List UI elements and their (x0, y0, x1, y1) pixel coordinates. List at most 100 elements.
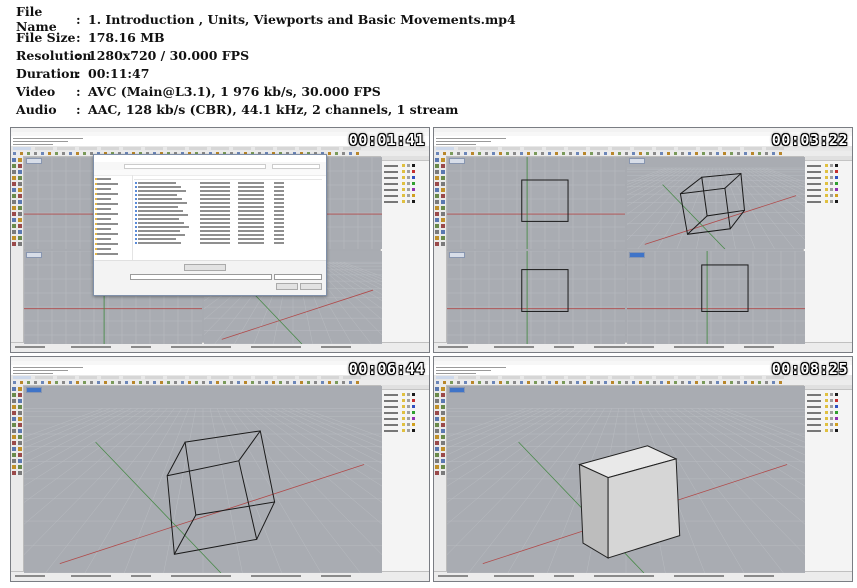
nav-item[interactable] (97, 193, 118, 195)
tool-icon[interactable] (321, 381, 324, 384)
tool-icon[interactable] (441, 411, 445, 415)
tool-icon[interactable] (209, 381, 212, 384)
tool-icon[interactable] (349, 381, 352, 384)
tool-icon[interactable] (435, 441, 439, 445)
tool-icon[interactable] (562, 381, 565, 384)
layer-row[interactable] (807, 188, 849, 192)
toolbar-tab[interactable] (480, 147, 498, 150)
layer-row[interactable] (384, 170, 426, 174)
tool-icon[interactable] (779, 381, 782, 384)
tool-icon[interactable] (18, 447, 22, 451)
tool-icon[interactable] (12, 176, 16, 180)
tool-icon[interactable] (751, 152, 754, 155)
tool-icon[interactable] (709, 152, 712, 155)
tool-icon[interactable] (12, 465, 16, 469)
tool-icon[interactable] (195, 381, 198, 384)
tool-icon[interactable] (435, 158, 439, 162)
tool-icon[interactable] (41, 381, 44, 384)
tool-icon[interactable] (12, 405, 16, 409)
tool-icon[interactable] (286, 381, 289, 384)
tool-icon[interactable] (174, 381, 177, 384)
tool-icon[interactable] (12, 411, 16, 415)
tool-icon[interactable] (12, 170, 16, 174)
tool-icon[interactable] (55, 381, 58, 384)
tool-icon[interactable] (674, 152, 677, 155)
tool-icon[interactable] (441, 405, 445, 409)
tool-icon[interactable] (435, 188, 439, 192)
tool-icon[interactable] (555, 381, 558, 384)
tool-icon[interactable] (12, 164, 16, 168)
tool-icon[interactable] (695, 381, 698, 384)
tool-icon[interactable] (83, 381, 86, 384)
file-row[interactable] (135, 226, 322, 228)
nav-item[interactable] (97, 218, 111, 220)
layer-row[interactable] (384, 393, 426, 397)
viewport-title-tab[interactable] (26, 387, 42, 393)
viewport-title-tab[interactable] (449, 158, 465, 164)
tool-icon[interactable] (541, 381, 544, 384)
tool-icon[interactable] (18, 399, 22, 403)
tool-icon[interactable] (12, 212, 16, 216)
tool-icon[interactable] (506, 152, 509, 155)
tool-icon[interactable] (18, 417, 22, 421)
toolbar-tab[interactable] (123, 147, 141, 150)
tool-icon[interactable] (435, 224, 439, 228)
file-row[interactable] (135, 234, 322, 236)
nav-item[interactable] (97, 238, 111, 240)
toolbar-tab[interactable] (167, 376, 185, 379)
tool-icon[interactable] (702, 381, 705, 384)
toolbar-tab[interactable] (524, 147, 542, 150)
tool-icon[interactable] (723, 152, 726, 155)
tool-icon[interactable] (90, 381, 93, 384)
tool-icon[interactable] (76, 381, 79, 384)
tool-icon[interactable] (265, 381, 268, 384)
file-row[interactable] (135, 186, 322, 188)
tool-icon[interactable] (153, 381, 156, 384)
toolbar-tab[interactable] (189, 147, 207, 150)
tool-icon[interactable] (18, 188, 22, 192)
nav-item[interactable] (97, 183, 118, 185)
toolbar-tab[interactable] (321, 376, 339, 379)
toolbar-tab[interactable] (700, 147, 718, 150)
tool-icon[interactable] (12, 242, 16, 246)
tool-icon[interactable] (18, 471, 22, 475)
layer-row[interactable] (807, 429, 849, 433)
tool-icon[interactable] (441, 206, 445, 210)
tool-icon[interactable] (765, 381, 768, 384)
layer-row[interactable] (384, 405, 426, 409)
file-row[interactable] (135, 206, 322, 208)
tool-icon[interactable] (139, 381, 142, 384)
layer-row[interactable] (384, 423, 426, 427)
tool-icon[interactable] (737, 381, 740, 384)
toolbar-tab[interactable] (145, 147, 163, 150)
tool-icon[interactable] (435, 170, 439, 174)
tool-icon[interactable] (18, 176, 22, 180)
tool-icon[interactable] (513, 152, 516, 155)
tool-icon[interactable] (688, 381, 691, 384)
layer-row[interactable] (807, 417, 849, 421)
tool-icon[interactable] (18, 459, 22, 463)
tool-icon[interactable] (335, 381, 338, 384)
layer-row[interactable] (807, 164, 849, 168)
tool-icon[interactable] (251, 381, 254, 384)
tool-icon[interactable] (18, 170, 22, 174)
tool-icon[interactable] (653, 381, 656, 384)
file-name-field[interactable] (130, 274, 272, 280)
file-row[interactable] (135, 218, 322, 220)
layer-row[interactable] (384, 417, 426, 421)
tool-icon[interactable] (758, 381, 761, 384)
tool-icon[interactable] (667, 381, 670, 384)
layer-row[interactable] (807, 170, 849, 174)
tool-icon[interactable] (443, 152, 446, 155)
tool-icon[interactable] (48, 381, 51, 384)
tool-icon[interactable] (13, 381, 16, 384)
tool-icon[interactable] (18, 230, 22, 234)
tool-icon[interactable] (751, 381, 754, 384)
tool-icon[interactable] (443, 381, 446, 384)
tool-icon[interactable] (765, 152, 768, 155)
tool-icon[interactable] (611, 381, 614, 384)
tool-icon[interactable] (216, 381, 219, 384)
tool-icon[interactable] (646, 152, 649, 155)
tool-icon[interactable] (435, 435, 439, 439)
tool-icon[interactable] (660, 152, 663, 155)
